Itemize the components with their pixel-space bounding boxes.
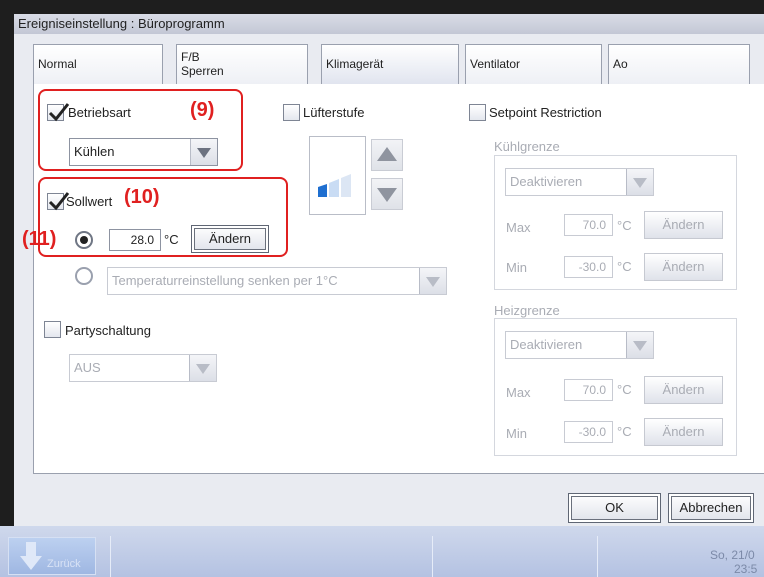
- kuehlgrenze-max-change-button[interactable]: Ändern: [644, 211, 723, 239]
- kuehlgrenze-min-unit: °C: [617, 259, 632, 274]
- heizgrenze-max-field[interactable]: 70.0: [564, 379, 613, 401]
- chevron-down-icon: [419, 268, 446, 294]
- taskbar-divider: [597, 536, 598, 577]
- kuehlgrenze-min-label: Min: [506, 260, 527, 275]
- chevron-down-icon: [626, 332, 653, 358]
- partyschaltung-label: Partyschaltung: [65, 323, 151, 338]
- partyschaltung-value: AUS: [74, 360, 101, 375]
- tab-fb-sperren[interactable]: F/B Sperren: [176, 44, 308, 84]
- temperature-lower-value: Temperaturreinstellung senken per 1°C: [112, 273, 338, 288]
- kuehlgrenze-max-unit: °C: [617, 218, 632, 233]
- heizgrenze-min-change-button[interactable]: Ändern: [644, 418, 723, 446]
- tab-normal[interactable]: Normal: [33, 44, 163, 84]
- fan-speed-display: [309, 136, 366, 215]
- taskbar-divider: [110, 536, 111, 577]
- betriebsart-value: Kühlen: [74, 144, 115, 159]
- tab-label: Klimagerät: [326, 57, 384, 71]
- sollwert-checkbox[interactable]: [47, 192, 70, 211]
- tab-label: Ao: [613, 57, 628, 71]
- luefterstufe-checkbox[interactable]: [283, 104, 300, 121]
- betriebsart-checkbox[interactable]: [47, 103, 70, 122]
- fan-speed-up-button[interactable]: [371, 139, 403, 171]
- cancel-button[interactable]: Abbrechen: [668, 493, 754, 523]
- window-left-border: [0, 14, 14, 559]
- ok-button[interactable]: OK: [568, 493, 661, 523]
- heizgrenze-max-change-button[interactable]: Ändern: [644, 376, 723, 404]
- window-title: Ereigniseinstellung : Büroprogramm: [14, 14, 764, 34]
- tab-ao[interactable]: Ao: [608, 44, 750, 84]
- taskbar-divider: [432, 536, 433, 577]
- fan-speed-down-button[interactable]: [371, 178, 403, 210]
- fan-speed-bars-icon: [318, 174, 351, 197]
- chevron-down-icon: [626, 169, 653, 195]
- marker-11: (11): [22, 228, 57, 250]
- sollwert-change-button[interactable]: Ändern: [191, 225, 269, 253]
- kuehlgrenze-min-change-button[interactable]: Ändern: [644, 253, 723, 281]
- sollwert-value-radio[interactable]: [75, 231, 93, 249]
- tab-label: Normal: [38, 57, 77, 71]
- checkmark-icon: [48, 103, 70, 122]
- sollwert-label: Sollwert: [66, 194, 113, 209]
- partyschaltung-checkbox[interactable]: [44, 321, 61, 338]
- temperature-lower-dropdown[interactable]: Temperaturreinstellung senken per 1°C: [107, 267, 447, 295]
- tab-klimageraet[interactable]: Klimagerät: [321, 44, 459, 86]
- heizgrenze-min-field[interactable]: -30.0: [564, 421, 613, 443]
- back-label: Zurück: [47, 558, 81, 570]
- partyschaltung-dropdown[interactable]: AUS: [69, 354, 217, 382]
- arrow-up-icon: [377, 147, 397, 161]
- taskbar: [0, 526, 764, 577]
- setpoint-restriction-label: Setpoint Restriction: [489, 105, 602, 120]
- heizgrenze-max-unit: °C: [617, 382, 632, 397]
- marker-9: (9): [190, 99, 215, 121]
- back-button[interactable]: Zurück: [8, 537, 96, 575]
- heizgrenze-min-label: Min: [506, 426, 527, 441]
- heizgrenze-mode-dropdown[interactable]: Deaktivieren: [505, 331, 654, 359]
- betriebsart-dropdown[interactable]: Kühlen: [69, 138, 218, 166]
- tab-label-line1: F/B: [181, 50, 200, 64]
- kuehlgrenze-max-label: Max: [506, 220, 531, 235]
- chevron-down-icon: [189, 355, 216, 381]
- sollwert-unit: °C: [164, 232, 179, 247]
- heizgrenze-max-label: Max: [506, 385, 531, 400]
- sollwert-lower-radio[interactable]: [75, 267, 93, 285]
- kuehlgrenze-max-field[interactable]: 70.0: [564, 214, 613, 236]
- kuehlgrenze-mode-value: Deaktivieren: [510, 174, 583, 189]
- heizgrenze-min-unit: °C: [617, 424, 632, 439]
- arrow-down-icon: [20, 542, 42, 570]
- kuehlgrenze-title: Kühlgrenze: [494, 139, 560, 154]
- betriebsart-label: Betriebsart: [68, 105, 131, 120]
- kuehlgrenze-min-field[interactable]: -30.0: [564, 256, 613, 278]
- setpoint-restriction-checkbox[interactable]: [469, 104, 486, 121]
- arrow-down-icon: [377, 188, 397, 202]
- luefterstufe-label: Lüfterstufe: [303, 105, 365, 120]
- sollwert-value-field[interactable]: 28.0: [109, 229, 161, 251]
- heizgrenze-mode-value: Deaktivieren: [510, 337, 583, 352]
- taskbar-date: So, 21/0: [710, 548, 755, 562]
- chevron-down-icon: [190, 139, 217, 165]
- kuehlgrenze-mode-dropdown[interactable]: Deaktivieren: [505, 168, 654, 196]
- tab-label: Ventilator: [470, 57, 521, 71]
- tab-label-line2: Sperren: [181, 64, 224, 78]
- taskbar-time: 23:5: [734, 562, 758, 576]
- tab-ventilator[interactable]: Ventilator: [465, 44, 602, 84]
- marker-10: (10): [124, 186, 160, 208]
- heizgrenze-title: Heizgrenze: [494, 303, 560, 318]
